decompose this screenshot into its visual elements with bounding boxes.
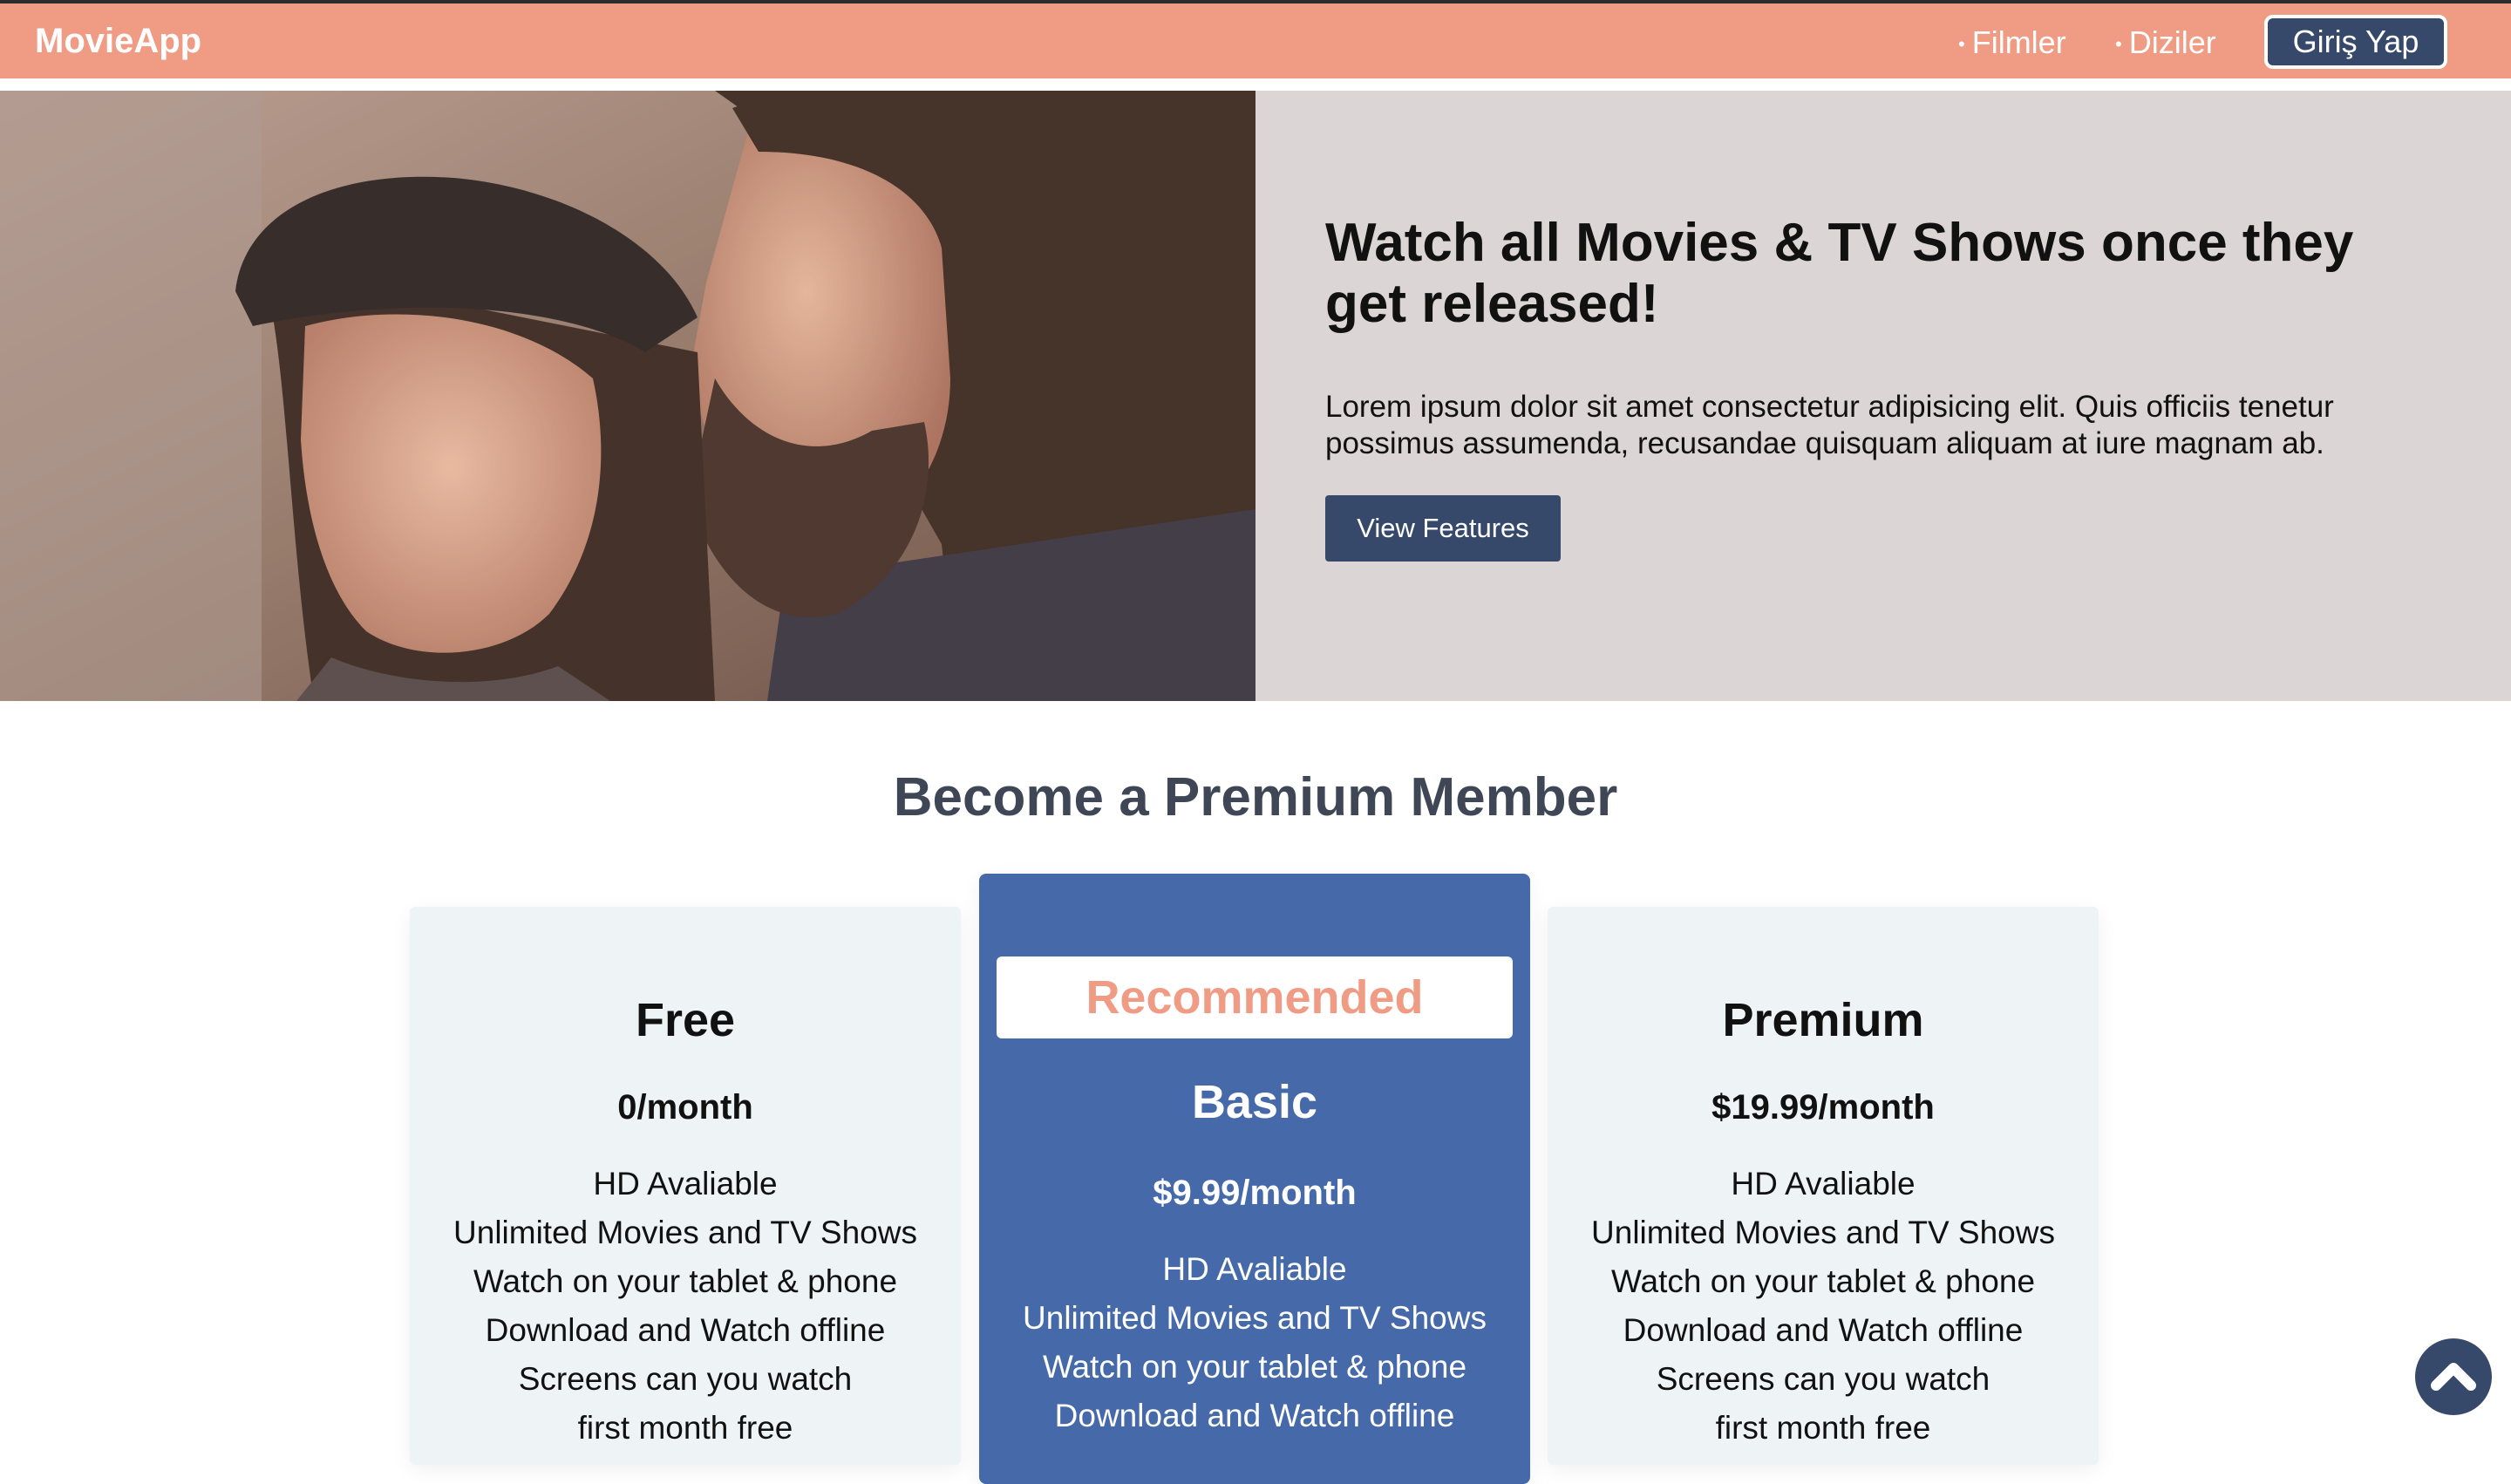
list-item: Watch on your tablet & phone bbox=[1610, 1263, 2036, 1299]
feature-list: HD Avaliable Unlimited Movies and TV Sho… bbox=[410, 1160, 961, 1453]
recommended-badge: Recommended bbox=[997, 956, 1513, 1038]
brand-logo[interactable]: MovieApp bbox=[35, 21, 201, 61]
hero-couple-photo bbox=[0, 91, 1256, 701]
hero-description: Lorem ipsum dolor sit amet consectetur a… bbox=[1325, 390, 2334, 460]
plan-price: $9.99/month bbox=[1153, 1174, 1357, 1212]
feature-list: HD Avaliable Unlimited Movies and TV Sho… bbox=[1548, 1160, 2099, 1453]
view-features-button[interactable]: View Features bbox=[1325, 495, 1561, 562]
nav-link-label: Filmler bbox=[1971, 24, 2066, 60]
list-item: Watch on your tablet & phone bbox=[473, 1263, 898, 1299]
chevron-up-icon bbox=[2431, 1363, 2476, 1391]
list-item: Download and Watch offline bbox=[485, 1312, 886, 1348]
list-item: Screens can you watch bbox=[518, 1361, 853, 1397]
list-item: Watch on your tablet & phone bbox=[1042, 1349, 1467, 1385]
plan-card-free[interactable]: Free 0/month HD Avaliable Unlimited Movi… bbox=[410, 907, 961, 1465]
list-item: Unlimited Movies and TV Shows bbox=[1023, 1300, 1487, 1336]
hero-panel: Watch all Movies & TV Shows once they ge… bbox=[1256, 91, 2511, 701]
plan-name: Basic bbox=[1191, 1076, 1318, 1128]
nav-link-filmler[interactable]: • Filmler bbox=[1958, 24, 2066, 63]
list-item: HD Avaliable bbox=[1731, 1166, 1916, 1201]
list-item: first month free bbox=[577, 1410, 793, 1446]
nav-link-label: Diziler bbox=[2128, 24, 2216, 60]
list-item: HD Avaliable bbox=[593, 1166, 778, 1201]
plan-name: Free bbox=[635, 994, 736, 1046]
login-button[interactable]: Giriş Yap bbox=[2264, 15, 2447, 69]
nav-link-diziler[interactable]: • Diziler bbox=[2115, 24, 2216, 63]
list-item: first month free bbox=[1715, 1410, 1931, 1446]
plan-card-premium[interactable]: Premium $19.99/month HD Avaliable Unlimi… bbox=[1548, 907, 2099, 1465]
pricing-title: Become a Premium Member bbox=[893, 767, 1618, 827]
bullet-icon: • bbox=[2115, 33, 2122, 56]
plan-price: 0/month bbox=[617, 1088, 753, 1127]
feature-list: HD Avaliable Unlimited Movies and TV Sho… bbox=[979, 1245, 1530, 1440]
list-item: Download and Watch offline bbox=[1054, 1398, 1455, 1433]
plan-card-basic[interactable]: Recommended Basic $9.99/month HD Avaliab… bbox=[979, 874, 1530, 1484]
list-item: Unlimited Movies and TV Shows bbox=[453, 1215, 917, 1250]
list-item: Unlimited Movies and TV Shows bbox=[1591, 1215, 2055, 1250]
list-item: Download and Watch offline bbox=[1623, 1312, 2024, 1348]
bullet-icon: • bbox=[1958, 33, 1965, 56]
navbar: MovieApp • Filmler • Diziler Giriş Yap bbox=[0, 3, 2511, 78]
hero-title: Watch all Movies & TV Shows once they ge… bbox=[1325, 213, 2354, 334]
plan-name: Premium bbox=[1722, 994, 1924, 1046]
list-item: Screens can you watch bbox=[1656, 1361, 1990, 1397]
list-item: HD Avaliable bbox=[1162, 1251, 1347, 1287]
plan-price: $19.99/month bbox=[1711, 1088, 1935, 1127]
hero-image bbox=[0, 91, 1256, 701]
scroll-top-button[interactable] bbox=[2415, 1338, 2492, 1415]
